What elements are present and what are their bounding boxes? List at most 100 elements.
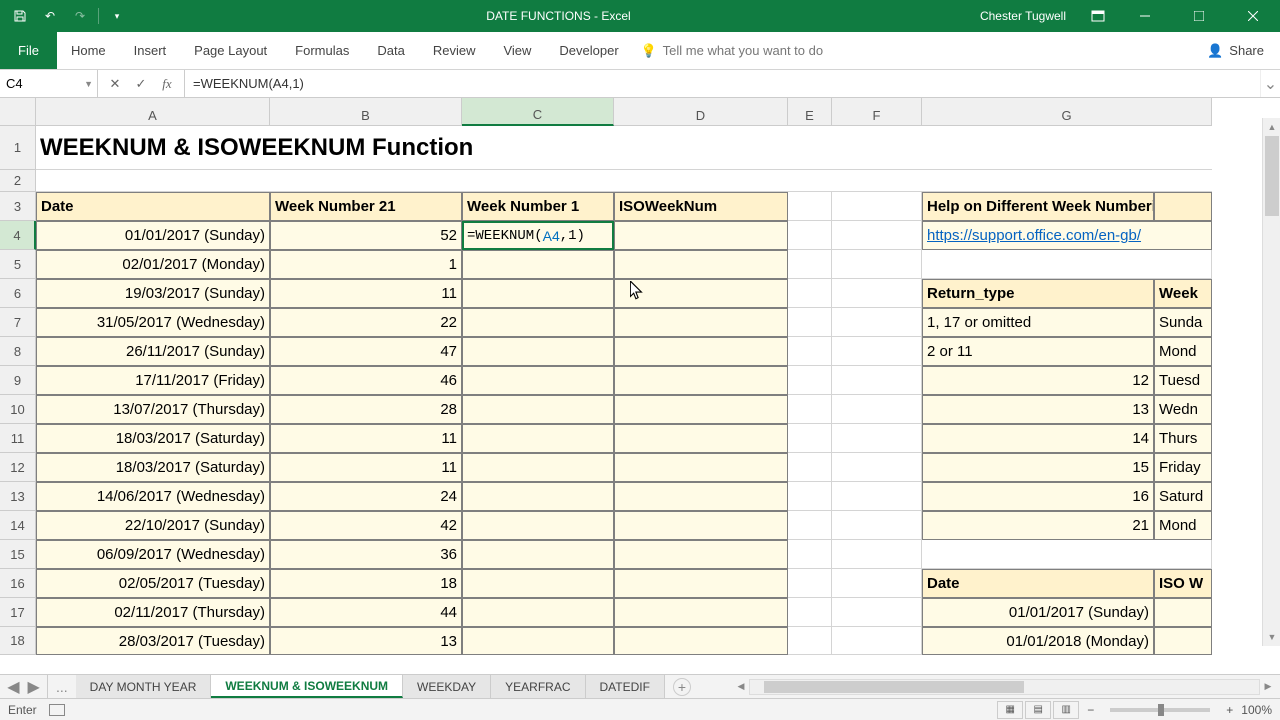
return-type-cell[interactable]: 12 [922,366,1154,395]
cell[interactable] [832,279,922,308]
week-start-cell[interactable]: Thurs [1154,424,1212,453]
cell[interactable] [788,279,832,308]
help-date-cell[interactable]: 01/01/2018 (Monday) [922,627,1154,655]
scroll-up-icon[interactable]: ▲ [1263,118,1280,136]
cell[interactable] [832,569,922,598]
cell[interactable] [832,337,922,366]
tab-insert[interactable]: Insert [120,32,181,69]
weeknum1-cell[interactable] [462,395,614,424]
row-header-6[interactable]: 6 [0,279,36,308]
date-cell[interactable]: 14/06/2017 (Wednesday) [36,482,270,511]
date-cell[interactable]: 18/03/2017 (Saturday) [36,453,270,482]
return-type-cell[interactable]: 16 [922,482,1154,511]
isoweeknum-cell[interactable] [614,453,788,482]
return-type-cell[interactable]: 13 [922,395,1154,424]
zoom-in-button[interactable]: + [1226,703,1233,717]
weeknum1-cell[interactable] [462,482,614,511]
col-header-B[interactable]: B [270,98,462,126]
share-button[interactable]: 👤 Share [1191,32,1280,69]
cell[interactable] [788,540,832,569]
weeknum21-cell[interactable]: 18 [270,569,462,598]
table-header[interactable]: Week Number 1 [462,192,614,221]
table-header[interactable]: Date [36,192,270,221]
sheet-tab-yearfrac[interactable]: YEARFRAC [491,675,585,698]
scroll-down-icon[interactable]: ▼ [1263,628,1280,646]
normal-view-button[interactable]: ▦ [997,701,1023,719]
help-date-cell[interactable]: 01/01/2017 (Sunday) [922,598,1154,627]
weeknum1-cell[interactable] [462,366,614,395]
isoweeknum-cell[interactable] [614,366,788,395]
date-header[interactable]: Date [922,569,1154,598]
weeknum21-cell[interactable]: 28 [270,395,462,424]
horizontal-scrollbar[interactable] [749,679,1260,695]
isoweeknum-cell[interactable] [614,569,788,598]
date-cell[interactable]: 17/11/2017 (Friday) [36,366,270,395]
cell[interactable] [788,308,832,337]
hscroll-thumb[interactable] [764,681,1024,693]
cell[interactable] [832,482,922,511]
date-cell[interactable]: 31/05/2017 (Wednesday) [36,308,270,337]
isoweeknum-cell[interactable] [614,627,788,655]
isoweeknum-cell[interactable] [614,250,788,279]
return-type-cell[interactable]: 15 [922,453,1154,482]
row-header-9[interactable]: 9 [0,366,36,395]
row-header-8[interactable]: 8 [0,337,36,366]
date-cell[interactable]: 18/03/2017 (Saturday) [36,424,270,453]
weeknum21-cell[interactable]: 22 [270,308,462,337]
zoom-level[interactable]: 100% [1241,703,1272,717]
cell[interactable] [922,250,1212,279]
weeknum1-cell[interactable] [462,337,614,366]
weeknum1-cell[interactable] [462,511,614,540]
date-cell[interactable]: 02/01/2017 (Monday) [36,250,270,279]
sheet-tab-datedif[interactable]: DATEDIF [586,675,665,698]
row-header-17[interactable]: 17 [0,598,36,627]
table-header[interactable]: ISOWeekNum [614,192,788,221]
row-header-13[interactable]: 13 [0,482,36,511]
ribbon-display-options[interactable] [1082,4,1114,28]
weeknum21-cell[interactable]: 24 [270,482,462,511]
row-header-3[interactable]: 3 [0,192,36,221]
name-box-dropdown[interactable]: ▼ [84,79,93,89]
weeknum1-cell[interactable] [462,627,614,655]
weeknum21-cell[interactable]: 44 [270,598,462,627]
return-type-cell[interactable]: 1, 17 or omitted [922,308,1154,337]
weeknum21-cell[interactable]: 11 [270,424,462,453]
zoom-out-button[interactable]: − [1087,703,1094,717]
isoweeknum-cell[interactable] [614,221,788,250]
help-header[interactable] [1154,192,1212,221]
date-cell[interactable]: 02/05/2017 (Tuesday) [36,569,270,598]
col-header-C[interactable]: C [462,98,614,126]
cell[interactable] [832,453,922,482]
save-button[interactable] [6,4,34,28]
hscroll-right-icon[interactable]: ▶ [1260,679,1276,695]
cell[interactable] [788,250,832,279]
cell[interactable] [832,221,922,250]
weeknum1-cell[interactable] [462,453,614,482]
enter-formula-icon[interactable]: ✓ [128,76,154,92]
undo-button[interactable]: ↶ [36,4,64,28]
col-header-A[interactable]: A [36,98,270,126]
iso-cell[interactable] [1154,598,1212,627]
sheet-tab-weeknum-&-isoweeknum[interactable]: WEEKNUM & ISOWEEKNUM [211,675,403,698]
formula-expand-icon[interactable]: ⌄ [1260,70,1280,97]
weeknum1-cell[interactable] [462,250,614,279]
vertical-scrollbar[interactable]: ▲ ▼ [1262,118,1280,646]
sheet-tab-weekday[interactable]: WEEKDAY [403,675,491,698]
cell[interactable] [788,569,832,598]
isoweeknum-cell[interactable] [614,598,788,627]
date-cell[interactable]: 22/10/2017 (Sunday) [36,511,270,540]
col-header-D[interactable]: D [614,98,788,126]
return-type-cell[interactable]: 14 [922,424,1154,453]
isoweeknum-cell[interactable] [614,308,788,337]
redo-button[interactable]: ↷ [66,4,94,28]
cell[interactable] [832,540,922,569]
cell[interactable] [788,366,832,395]
isoweeknum-cell[interactable] [614,395,788,424]
cell[interactable] [788,598,832,627]
date-cell[interactable]: 26/11/2017 (Sunday) [36,337,270,366]
return-type-header[interactable]: Return_type [922,279,1154,308]
date-cell[interactable]: 28/03/2017 (Tuesday) [36,627,270,655]
cell[interactable] [788,337,832,366]
tab-page-layout[interactable]: Page Layout [180,32,281,69]
qat-customize[interactable]: ▾ [103,4,131,28]
